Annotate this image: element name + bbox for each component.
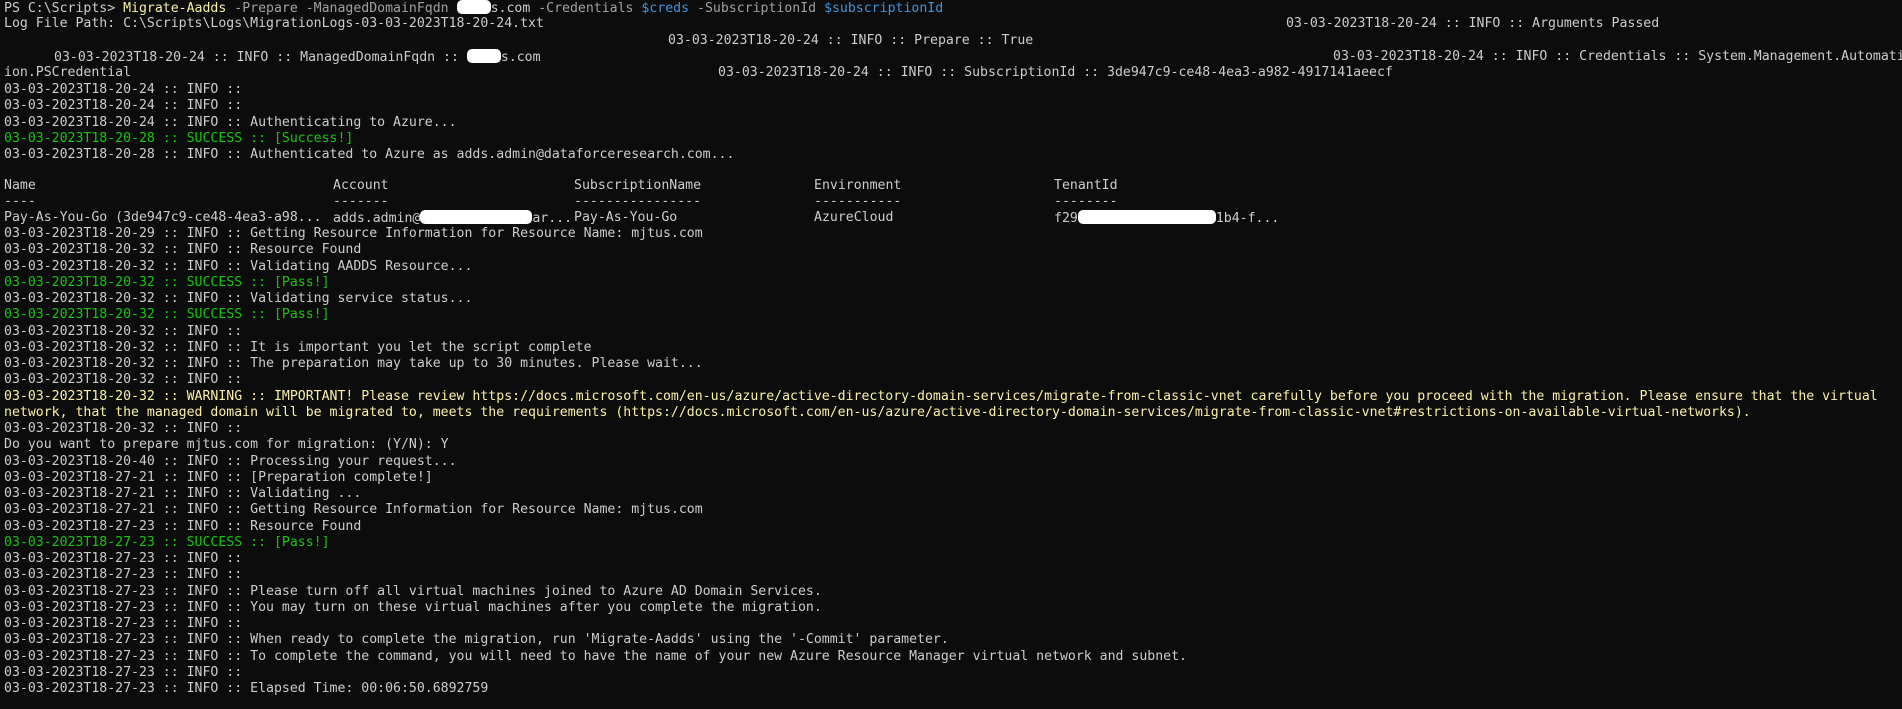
log-line-info: 03-03-2023T18-20-32 :: INFO :: Validatin…: [4, 291, 473, 306]
table-cell-tenant: f29 1b4-f...: [1054, 210, 1279, 226]
log-credential-wrap: ion.PSCredential: [4, 65, 132, 80]
log-line-info: 03-03-2023T18-20-32 :: INFO ::: [4, 421, 243, 436]
log-line-info: 03-03-2023T18-27-23 :: INFO :: Resource …: [4, 518, 362, 534]
log-path-line: Log File Path: C:\Scripts\Logs\Migration…: [4, 16, 544, 31]
log-line-success: 03-03-2023T18-20-32 :: SUCCESS :: [Pass!…: [4, 307, 330, 323]
command-name: Migrate-Aadds: [123, 1, 227, 16]
log-prepare: 03-03-2023T18-20-24 :: INFO :: Prepare :…: [668, 33, 1034, 48]
command-var-subscription: $subscriptionId: [824, 1, 944, 16]
log-line-info: 03-03-2023T18-20-24 :: INFO ::: [4, 98, 243, 114]
log-line-info: 03-03-2023T18-20-40 :: INFO :: Processin…: [4, 453, 457, 469]
account-prefix: adds.admin@: [333, 211, 421, 226]
log-line-info: 03-03-2023T18-27-23 :: INFO ::: [4, 567, 243, 583]
table-header-subscription: SubscriptionName: [574, 178, 702, 193]
log-line-info: 03-03-2023T18-20-29 :: INFO :: Getting R…: [4, 226, 703, 241]
command-param-credentials: -Credentials: [530, 1, 642, 16]
log-line-info: 03-03-2023T18-20-32 :: INFO :: Resource …: [4, 242, 362, 258]
log-line-info: 03-03-2023T18-20-24 :: INFO ::: [4, 82, 243, 97]
table-divider-account: -------: [333, 194, 389, 209]
table-divider-subscription: ----------------: [574, 194, 702, 209]
log-line-info: 03-03-2023T18-27-23 :: INFO ::: [4, 551, 243, 566]
table-cell-account: adds.admin@ ar...: [333, 210, 572, 226]
prompt-path: PS C:\Scripts>: [4, 1, 124, 16]
table-cell-subscription: Pay-As-You-Go: [574, 210, 678, 225]
command-domain-suffix: s.com: [490, 1, 531, 16]
log-line-info: 03-03-2023T18-27-23 :: INFO :: To comple…: [4, 648, 1187, 664]
table-cell-name: Pay-As-You-Go (3de947c9-ce48-4ea3-a98...: [4, 210, 322, 225]
log-line-info: 03-03-2023T18-20-32 :: INFO ::: [4, 372, 243, 388]
log-line-warning: 03-03-2023T18-20-32 :: WARNING :: IMPORT…: [4, 388, 1878, 404]
log-line-info: Do you want to prepare mjtus.com for mig…: [4, 437, 449, 453]
log-line-info: 03-03-2023T18-27-21 :: INFO :: Validatin…: [4, 486, 362, 501]
table-divider-tenant: --------: [1054, 194, 1118, 209]
table-header-account: Account: [333, 178, 389, 193]
tenant-suffix: 1b4-f...: [1215, 211, 1280, 226]
table-header-tenant: TenantId: [1054, 178, 1118, 193]
redacted-block: [420, 210, 533, 224]
redacted-block: [1077, 210, 1216, 224]
log-line-success: 03-03-2023T18-20-32 :: SUCCESS :: [Pass!…: [4, 274, 330, 290]
log-managed-domain: 03-03-2023T18-20-24 :: INFO :: ManagedDo…: [54, 49, 541, 65]
log-line-success: 03-03-2023T18-20-28 :: SUCCESS :: [Succe…: [4, 130, 354, 146]
log-line-info: 03-03-2023T18-20-32 :: INFO :: The prepa…: [4, 356, 703, 371]
redacted-block: [456, 0, 491, 14]
log-line-info: 03-03-2023T18-27-23 :: INFO :: Please tu…: [4, 583, 822, 599]
command-param-subscription: -SubscriptionId: [689, 1, 825, 16]
log-line-info: 03-03-2023T18-27-23 :: INFO ::: [4, 664, 243, 680]
table-cell-environment: AzureCloud: [814, 210, 894, 225]
log-line-info: 03-03-2023T18-20-24 :: INFO :: Authentic…: [4, 114, 457, 130]
command-param-prepare: -Prepare -ManagedDomainFqdn: [226, 1, 457, 16]
log-line-info: 03-03-2023T18-20-28 :: INFO :: Authentic…: [4, 147, 735, 162]
log-line-info: 03-03-2023T18-27-23 :: INFO :: Elapsed T…: [4, 681, 489, 696]
managed-domain-prefix: 03-03-2023T18-20-24 :: INFO :: ManagedDo…: [54, 50, 467, 65]
log-line-info: 03-03-2023T18-20-32 :: INFO :: Validatin…: [4, 258, 473, 274]
log-line-info: 03-03-2023T18-27-23 :: INFO :: You may t…: [4, 599, 822, 615]
table-header-environment: Environment: [814, 178, 902, 193]
table-divider-environment: -----------: [814, 194, 902, 209]
log-credentials: 03-03-2023T18-20-24 :: INFO :: Credentia…: [1333, 49, 1902, 64]
log-line-info: 03-03-2023T18-20-32 :: INFO ::: [4, 323, 243, 339]
log-line-info: 03-03-2023T18-27-21 :: INFO :: Getting R…: [4, 502, 703, 518]
log-line-warning: network, that the managed domain will be…: [4, 404, 1751, 420]
log-line-info: 03-03-2023T18-27-23 :: INFO :: When read…: [4, 632, 949, 648]
table-header-name: Name: [4, 178, 36, 193]
table-divider-name: ----: [4, 194, 36, 209]
command-var-creds: $creds: [641, 1, 690, 16]
log-line-info: 03-03-2023T18-27-23 :: INFO ::: [4, 616, 243, 631]
log-line-success: 03-03-2023T18-27-23 :: SUCCESS :: [Pass!…: [4, 534, 330, 550]
account-suffix: ar...: [532, 211, 573, 226]
log-line-info: 03-03-2023T18-27-21 :: INFO :: [Preparat…: [4, 469, 433, 485]
prompt-line[interactable]: PS C:\Scripts> Migrate-Aadds -Prepare -M…: [4, 0, 943, 16]
tenant-prefix: f29: [1054, 211, 1078, 226]
managed-domain-suffix: s.com: [500, 50, 541, 65]
log-args-passed: 03-03-2023T18-20-24 :: INFO :: Arguments…: [1286, 16, 1660, 31]
terminal-window[interactable]: PS C:\Scripts> Migrate-Aadds -Prepare -M…: [0, 0, 1902, 709]
log-subscription-id: 03-03-2023T18-20-24 :: INFO :: Subscript…: [718, 65, 1393, 80]
log-line-info: 03-03-2023T18-20-32 :: INFO :: It is imp…: [4, 339, 592, 355]
redacted-block: [466, 49, 501, 63]
